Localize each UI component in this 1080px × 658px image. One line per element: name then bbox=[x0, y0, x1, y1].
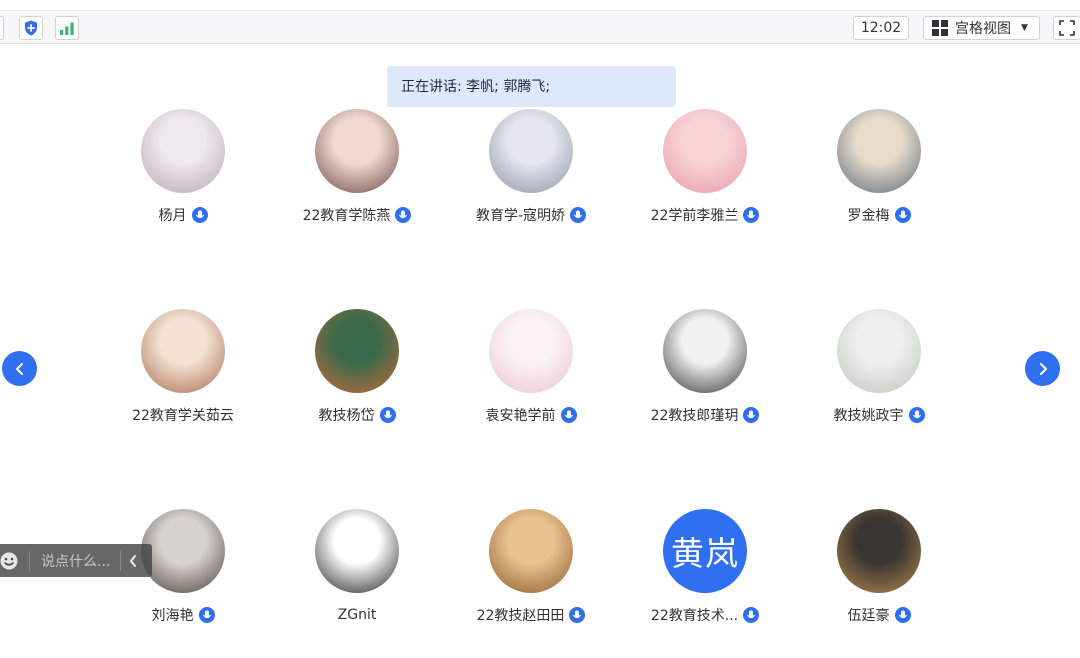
participant-name: 杨月 bbox=[158, 208, 187, 224]
microphone-icon bbox=[198, 607, 215, 623]
participant-name: 罗金梅 bbox=[847, 208, 890, 224]
participant-name-row: 伍廷豪 bbox=[792, 605, 966, 625]
avatar bbox=[663, 309, 747, 393]
divider bbox=[120, 550, 121, 571]
avatar bbox=[141, 509, 225, 593]
avatar bbox=[141, 109, 225, 193]
avatar bbox=[489, 509, 573, 593]
microphone-icon bbox=[379, 407, 396, 423]
participant-name: 教育学-寇明娇 bbox=[475, 208, 566, 224]
avatar bbox=[489, 309, 573, 393]
participant-tile[interactable]: 教技姚政宇 bbox=[792, 309, 966, 449]
participant-tile[interactable]: 黄岚 22教育技术... bbox=[618, 509, 792, 649]
participant-name: 教技杨岱 bbox=[318, 408, 375, 424]
participant-tile[interactable]: 22教育学陈燕 bbox=[270, 109, 444, 249]
avatar bbox=[315, 109, 399, 193]
participant-name-row: 袁安艳学前 bbox=[444, 405, 618, 425]
top-toolbar: 12:02 宫格视图 ▼ bbox=[0, 10, 1080, 44]
avatar bbox=[837, 309, 921, 393]
participant-name: ZGnit bbox=[337, 607, 377, 623]
participant-name: 22学前李雅兰 bbox=[650, 208, 739, 224]
avatar bbox=[315, 309, 399, 393]
microphone-icon bbox=[743, 207, 760, 223]
microphone-icon bbox=[908, 407, 925, 423]
avatar bbox=[489, 109, 573, 193]
participant-name-row: 22教技郎瑾玥 bbox=[618, 405, 792, 425]
next-page-button[interactable] bbox=[1025, 351, 1060, 386]
microphone-icon bbox=[894, 607, 911, 623]
microphone-icon bbox=[743, 607, 760, 623]
participant-name: 22教育学关茹云 bbox=[132, 408, 234, 424]
shield-plus-icon[interactable] bbox=[19, 16, 43, 40]
participant-name-row: 22教育技术... bbox=[618, 605, 792, 625]
chevron-left-icon bbox=[15, 362, 23, 375]
prev-page-button[interactable] bbox=[2, 351, 37, 386]
fullscreen-icon[interactable] bbox=[1053, 16, 1080, 40]
participant-name-row: 22教技赵田田 bbox=[444, 605, 618, 625]
toolbar-partial-button[interactable] bbox=[0, 16, 4, 40]
avatar bbox=[141, 309, 225, 393]
chat-input[interactable]: 说点什么... bbox=[41, 551, 113, 571]
participant-name-row: 22学前李雅兰 bbox=[618, 205, 792, 225]
chevron-left-icon[interactable] bbox=[128, 554, 138, 568]
participant-tile[interactable]: 22教育学关茹云 bbox=[96, 309, 270, 449]
participant-name: 22教技郎瑾玥 bbox=[650, 408, 739, 424]
signal-bars-icon[interactable] bbox=[55, 16, 79, 40]
chevron-right-icon bbox=[1039, 362, 1047, 375]
participant-name-row: 教技杨岱 bbox=[270, 405, 444, 425]
microphone-icon bbox=[191, 207, 208, 223]
participant-name: 22教技赵田田 bbox=[476, 608, 565, 624]
participant-name-row: 教技姚政宇 bbox=[792, 405, 966, 425]
participant-name: 刘海艳 bbox=[151, 608, 194, 624]
caret-down-icon: ▼ bbox=[1021, 23, 1028, 33]
meeting-clock: 12:02 bbox=[853, 16, 909, 40]
active-speakers-banner: 正在讲话: 李帆; 郭腾飞; bbox=[387, 66, 676, 107]
divider bbox=[29, 550, 30, 571]
participant-name-row: ZGnit bbox=[270, 605, 444, 625]
microphone-icon bbox=[395, 207, 412, 223]
microphone-icon bbox=[743, 407, 760, 423]
view-mode-label: 宫格视图 bbox=[955, 21, 1011, 37]
avatar: 黄岚 bbox=[663, 509, 747, 593]
microphone-icon bbox=[560, 407, 577, 423]
participant-tile[interactable]: 22教技赵田田 bbox=[444, 509, 618, 649]
participant-name: 教技姚政宇 bbox=[833, 408, 904, 424]
participant-name: 伍廷豪 bbox=[847, 608, 890, 624]
participant-tile[interactable]: 22学前李雅兰 bbox=[618, 109, 792, 249]
avatar bbox=[315, 509, 399, 593]
participant-tile[interactable]: 罗金梅 bbox=[792, 109, 966, 249]
participant-tile[interactable]: 伍廷豪 bbox=[792, 509, 966, 649]
participant-name-row: 杨月 bbox=[96, 205, 270, 225]
participant-name: 22教育学陈燕 bbox=[302, 208, 391, 224]
avatar bbox=[837, 509, 921, 593]
participant-tile[interactable]: 杨月 bbox=[96, 109, 270, 249]
participant-name-row: 教育学-寇明娇 bbox=[444, 205, 618, 225]
participant-tile[interactable]: 刘海艳 bbox=[96, 509, 270, 649]
participant-tile[interactable]: ZGnit bbox=[270, 509, 444, 649]
chat-bar: 说点什么... bbox=[0, 544, 152, 577]
participant-tile[interactable]: 教育学-寇明娇 bbox=[444, 109, 618, 249]
avatar bbox=[663, 109, 747, 193]
participant-tile[interactable]: 教技杨岱 bbox=[270, 309, 444, 449]
participant-name: 22教育技术... bbox=[650, 608, 739, 624]
participant-name-row: 罗金梅 bbox=[792, 205, 966, 225]
avatar bbox=[837, 109, 921, 193]
participant-name: 袁安艳学前 bbox=[485, 408, 556, 424]
microphone-icon bbox=[569, 607, 586, 623]
grid-icon bbox=[932, 20, 948, 36]
microphone-icon bbox=[570, 207, 587, 223]
participant-tile[interactable]: 袁安艳学前 bbox=[444, 309, 618, 449]
participant-tile[interactable]: 22教技郎瑾玥 bbox=[618, 309, 792, 449]
participant-name-row: 刘海艳 bbox=[96, 605, 270, 625]
smiley-icon[interactable] bbox=[0, 552, 18, 570]
participant-name-row: 22教育学陈燕 bbox=[270, 205, 444, 225]
participant-name-row: 22教育学关茹云 bbox=[96, 405, 270, 425]
view-mode-dropdown[interactable]: 宫格视图 ▼ bbox=[923, 16, 1040, 40]
microphone-icon bbox=[894, 207, 911, 223]
